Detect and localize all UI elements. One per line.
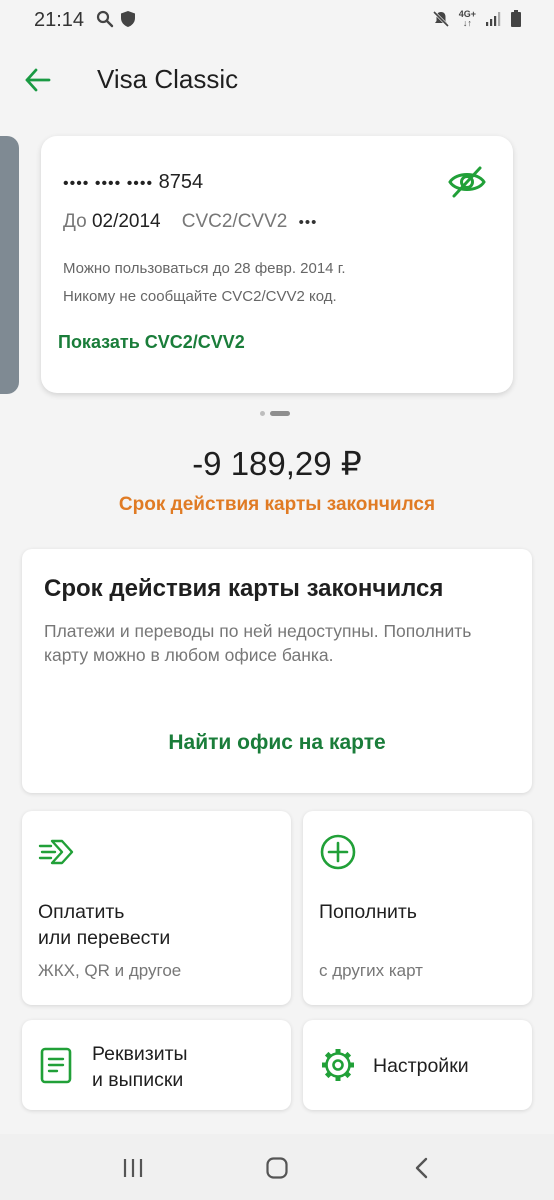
topup-tile[interactable]: Пополнить с других карт (303, 811, 532, 1005)
expired-notice: Срок действия карты закончился Платежи и… (22, 549, 532, 793)
system-back-icon[interactable] (410, 1156, 434, 1180)
notice-text: Платежи и переводы по ней недоступны. По… (44, 621, 472, 665)
transfer-arrow-icon (38, 839, 74, 865)
plus-circle-icon (320, 834, 356, 870)
card-status: Срок действия карты закончился (118, 494, 436, 515)
battery-icon (511, 10, 521, 27)
topup-label: Пополнить (319, 901, 417, 923)
details-statements-label: Реквизиты и выписки (92, 1043, 188, 1091)
bank-card[interactable]: •••• •••• •••• 8754 До 02/2014 CVC2/CVV2… (41, 136, 513, 393)
notice-title: Срок действия карты закончился (44, 575, 444, 602)
card-security-note: Никому не сообщайте CVC2/CVV2 код. (63, 288, 337, 305)
signal-icon (486, 12, 501, 26)
card-validity-note: Можно пользоваться до 28 февр. 2014 г. (63, 260, 346, 277)
system-nav-bar (0, 1134, 554, 1200)
pager-dot-active (270, 411, 290, 416)
pay-transfer-label: Оплатить или перевести (38, 901, 171, 949)
eye-off-icon[interactable] (447, 164, 487, 200)
previous-card-peek[interactable] (0, 136, 19, 394)
search-icon (96, 10, 114, 28)
settings-label: Настройки (373, 1055, 469, 1077)
pager-dot (260, 411, 265, 416)
card-number: •••• •••• •••• 8754 (63, 171, 204, 193)
card-pager (260, 411, 290, 416)
home-icon[interactable] (265, 1156, 289, 1180)
back-arrow-icon[interactable] (24, 66, 52, 94)
pay-transfer-tile[interactable]: Оплатить или перевести ЖКХ, QR и другое (22, 811, 291, 1005)
settings-tile[interactable]: Настройки (303, 1020, 532, 1110)
page-title: Visa Classic (97, 64, 239, 94)
status-time: 21:14 (34, 9, 85, 31)
mute-icon (432, 10, 449, 28)
shield-icon (121, 11, 135, 27)
document-icon (40, 1047, 72, 1084)
find-office-button[interactable]: Найти офис на карте (22, 731, 532, 755)
card-balance: -9 189,29 ₽ (192, 445, 362, 482)
network-indicator: 4G+ ↓↑ (458, 9, 476, 28)
pay-transfer-subtitle: ЖКХ, QR и другое (38, 961, 182, 980)
details-statements-tile[interactable]: Реквизиты и выписки (22, 1020, 291, 1110)
recent-apps-icon[interactable] (121, 1156, 145, 1180)
status-bar: 21:14 4G+ ↓↑ (0, 0, 554, 42)
gear-icon (322, 1049, 354, 1081)
app-bar: Visa Classic (0, 42, 554, 118)
card-expiry: До 02/2014 CVC2/CVV2 ••• (63, 211, 318, 232)
show-cvc-link[interactable]: Показать CVC2/CVV2 (58, 332, 245, 353)
topup-subtitle: с других карт (319, 961, 423, 980)
